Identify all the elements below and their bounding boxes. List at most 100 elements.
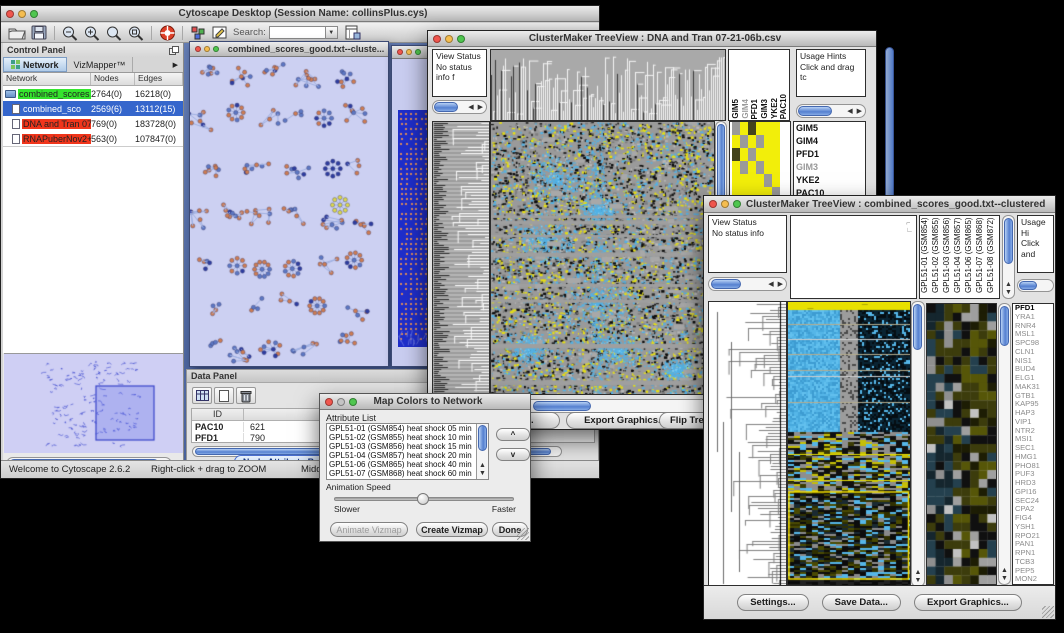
zoom-selected-button[interactable] <box>125 24 147 42</box>
minimize-icon[interactable] <box>445 35 453 43</box>
main-heatmap-panel[interactable] <box>490 121 715 395</box>
correlation-mini-heatmap[interactable] <box>732 122 780 200</box>
zoom-in-button[interactable] <box>81 24 103 42</box>
vizmap-icon[interactable] <box>187 24 209 42</box>
delete-attribute-button[interactable] <box>236 387 256 404</box>
main-heatmap-panel[interactable] <box>787 301 911 587</box>
column-dendrogram-canvas[interactable] <box>491 50 725 120</box>
column-tree-panel[interactable]: ⌐∟ <box>790 215 917 299</box>
attribute-list[interactable]: GPL51-01 (GSM854) heat shock 05 min GPL51… <box>326 423 489 480</box>
scroll-arrows-icon[interactable]: ▲▼ <box>477 462 488 478</box>
heatmap-cell[interactable] <box>764 122 772 135</box>
heatmap-vscrollbar[interactable]: ▲▼ <box>911 301 925 587</box>
heatmap-cell[interactable] <box>732 174 740 187</box>
usage-hints-scrollbar[interactable]: ◀ ▶ <box>796 104 866 118</box>
scroll-arrows-icon[interactable]: ▲▼ <box>1003 281 1014 297</box>
heatmap-cell[interactable] <box>756 174 764 187</box>
network-row[interactable]: RNAPuberNov2+|563(0)107847(0) <box>3 131 183 146</box>
attribute-item[interactable]: GPL51-01 (GSM854) heat shock 05 min <box>327 424 475 433</box>
slider-thumb[interactable] <box>417 493 429 505</box>
heatmap-cell[interactable] <box>732 161 740 174</box>
network-overview-canvas[interactable] <box>4 354 181 452</box>
heatmap-cell[interactable] <box>756 135 764 148</box>
heatmap-cell[interactable] <box>764 148 772 161</box>
zoom-window-icon[interactable] <box>213 46 219 52</box>
heatmap-cell[interactable] <box>748 161 756 174</box>
select-attributes-button[interactable] <box>192 387 212 404</box>
move-down-button[interactable]: v <box>496 448 530 461</box>
minimize-icon[interactable] <box>337 398 345 406</box>
settings-button[interactable]: Settings... <box>737 594 808 611</box>
network-view-window[interactable]: combined_scores_good.txt--cluste... <box>189 41 389 367</box>
close-icon[interactable] <box>325 398 333 406</box>
row-dendrogram-canvas[interactable] <box>709 302 786 586</box>
attribute-browser-icon[interactable] <box>342 24 364 42</box>
heatmap-cell[interactable] <box>732 135 740 148</box>
tab-overflow-icon[interactable]: ▶ <box>168 57 183 72</box>
export-graphics-button[interactable]: Export Graphics... <box>914 594 1022 611</box>
zoom-window-icon[interactable] <box>349 398 357 406</box>
heatmap-cell[interactable] <box>732 122 740 135</box>
float-panel-icon[interactable] <box>169 46 179 55</box>
gene-item[interactable]: GIM5 <box>794 122 865 135</box>
heatmap-cell[interactable] <box>740 174 748 187</box>
heatmap-cell[interactable] <box>772 174 780 187</box>
open-button[interactable] <box>6 24 28 42</box>
zoom-vscrollbar[interactable]: ▲▼ <box>998 303 1011 585</box>
row-dendrogram-panel[interactable] <box>432 121 490 395</box>
new-attribute-button[interactable] <box>214 387 234 404</box>
heatmap-cell[interactable] <box>772 135 780 148</box>
gene-item[interactable]: PFD1 <box>794 148 865 161</box>
heatmap-cell[interactable] <box>756 161 764 174</box>
save-data-button[interactable]: Save Data... <box>822 594 901 611</box>
heatmap-cell[interactable] <box>748 174 756 187</box>
close-icon[interactable] <box>397 49 403 55</box>
heatmap-cell[interactable] <box>740 148 748 161</box>
annotation-icon[interactable] <box>209 24 231 42</box>
minimize-icon[interactable] <box>406 49 412 55</box>
heatmap-cell[interactable] <box>748 148 756 161</box>
animation-speed-slider[interactable] <box>334 497 514 501</box>
minimize-icon[interactable] <box>721 200 729 208</box>
main-title-bar[interactable]: Cytoscape Desktop (Session Name: collins… <box>1 6 599 22</box>
zoom-window-icon[interactable] <box>415 49 421 55</box>
column-header-id[interactable]: ID <box>192 409 244 420</box>
search-dropdown-icon[interactable]: ▼ <box>325 26 338 39</box>
main-heatmap-canvas[interactable] <box>788 302 910 586</box>
help-ring-icon[interactable] <box>156 24 178 42</box>
scroll-arrows-icon[interactable]: ▲▼ <box>999 567 1010 583</box>
dialog-title-bar[interactable]: Map Colors to Network <box>320 394 530 410</box>
heatmap-cell[interactable] <box>740 135 748 148</box>
main-heatmap-canvas[interactable] <box>491 122 714 394</box>
gene-item[interactable]: MON2 <box>1013 575 1053 584</box>
heatmap-cell[interactable] <box>756 148 764 161</box>
attribute-item[interactable]: GPL51-03 (GSM856) heat shock 15 min <box>327 442 475 451</box>
zoom-heatmap-canvas[interactable] <box>927 304 996 584</box>
heatmap-cell[interactable] <box>764 174 772 187</box>
heatmap-cell[interactable] <box>732 148 740 161</box>
close-icon[interactable] <box>709 200 717 208</box>
tab-vizmapper[interactable]: VizMapper™ <box>67 57 134 72</box>
dense-network-canvas[interactable] <box>398 110 428 347</box>
zoom-heatmap-panel[interactable] <box>926 303 997 585</box>
view-status-scrollbar[interactable]: ◀ ▶ <box>708 277 787 291</box>
attribute-item[interactable]: GPL51-06 (GSM865) heat shock 40 min <box>327 460 475 469</box>
heatmap-cell[interactable] <box>764 135 772 148</box>
heatmap-cell[interactable] <box>740 122 748 135</box>
attribute-item[interactable]: GPL51-04 (GSM857) heat shock 20 min <box>327 451 475 460</box>
resize-grip[interactable] <box>1042 606 1054 618</box>
zoom-fit-button[interactable] <box>103 24 125 42</box>
heatmap-cell[interactable] <box>772 122 780 135</box>
heatmap-cell[interactable] <box>748 135 756 148</box>
treeview2-title-bar[interactable]: ClusterMaker TreeView : combined_scores_… <box>704 196 1055 213</box>
scroll-arrows-icon[interactable]: ◀ ▶ <box>468 103 484 111</box>
row-dendrogram-panel[interactable] <box>708 301 787 587</box>
heatmap-cell[interactable] <box>748 122 756 135</box>
network-row[interactable]: combined_scores2764(0)16218(0) <box>3 86 183 101</box>
save-button[interactable] <box>28 24 50 42</box>
search-input[interactable] <box>269 26 325 39</box>
resize-grip[interactable] <box>517 528 529 540</box>
zoom-out-button[interactable] <box>59 24 81 42</box>
network-row[interactable]: DNA and Tran 07769(0)183728(0) <box>3 116 183 131</box>
column-labels-vscrollbar[interactable]: ▲▼ <box>1002 215 1015 299</box>
